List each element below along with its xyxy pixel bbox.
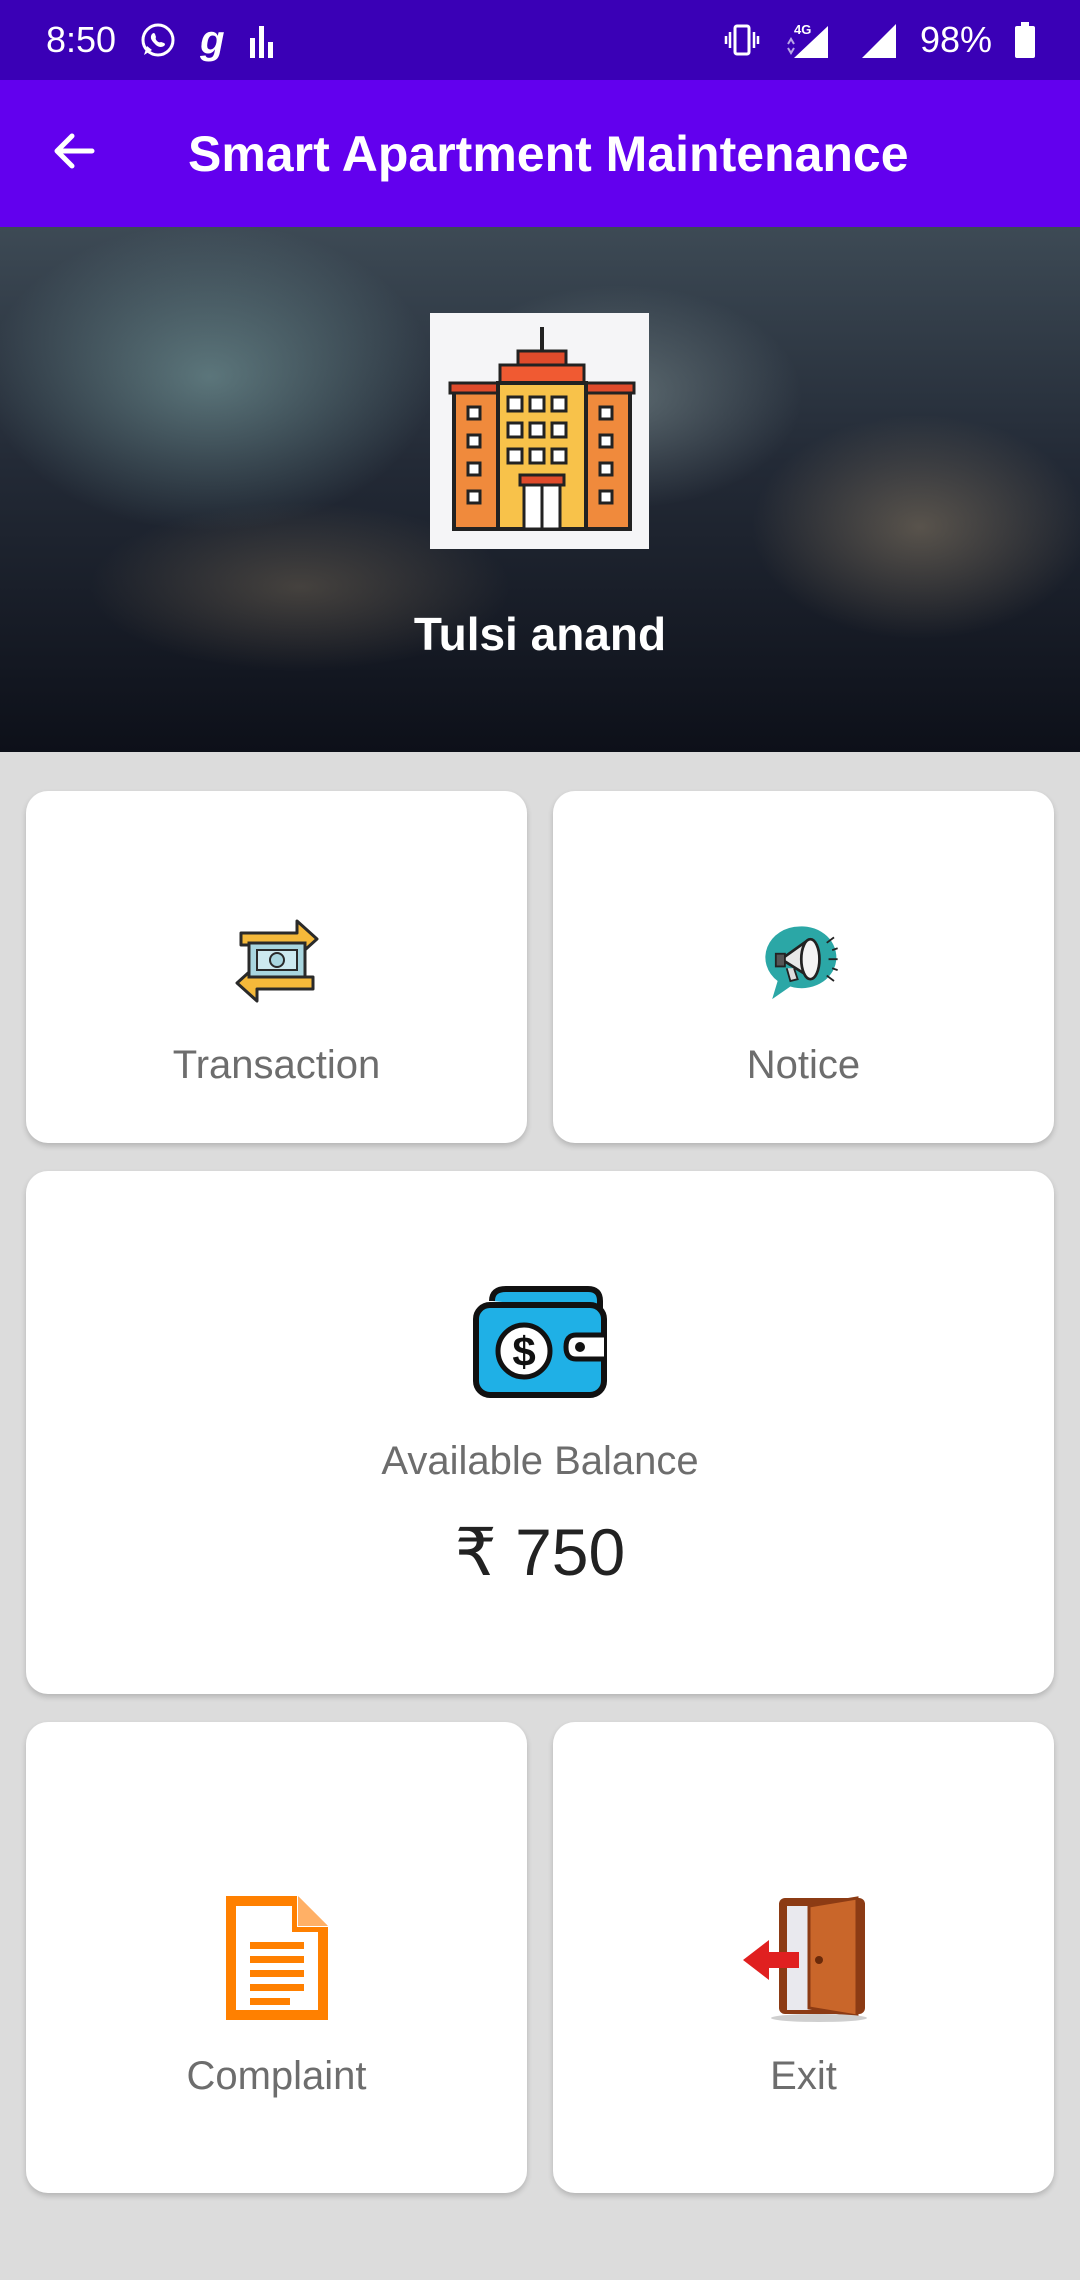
user-name: Tulsi anand xyxy=(413,608,667,660)
megaphone-icon xyxy=(754,911,854,1011)
status-time: 8:50 xyxy=(46,19,117,60)
exit-door-icon xyxy=(739,1892,869,2024)
arrow-left-icon xyxy=(50,127,98,180)
profile-header: Tulsi anand xyxy=(0,227,1080,752)
transaction-card[interactable]: Transaction xyxy=(26,791,527,1143)
g-icon: g xyxy=(200,17,225,62)
complaint-label: Complaint xyxy=(186,2054,367,2098)
vibrate-icon xyxy=(722,20,762,60)
back-button[interactable] xyxy=(0,80,148,227)
balance-amount: ₹ 750 xyxy=(454,1515,626,1589)
whatsapp-icon xyxy=(138,20,178,60)
notice-card[interactable]: Notice xyxy=(553,791,1054,1143)
notice-label: Notice xyxy=(746,1043,861,1087)
document-icon xyxy=(222,1892,332,2024)
svg-text:4G: 4G xyxy=(794,22,811,37)
building-icon xyxy=(430,313,649,549)
status-right: 4G 98% xyxy=(722,18,1036,62)
wallet-icon: $ xyxy=(472,1281,608,1401)
balance-card[interactable]: $ Available Balance ₹ 750 xyxy=(26,1171,1054,1694)
battery-icon xyxy=(1014,20,1036,60)
signal-bars-icon xyxy=(247,20,277,60)
mobile-signal-icon: 4G xyxy=(784,18,836,62)
exit-label: Exit xyxy=(770,2054,837,2098)
svg-text:$: $ xyxy=(512,1328,535,1375)
transaction-label: Transaction xyxy=(172,1043,381,1087)
status-bar: 8:50 g 4G 98% xyxy=(0,0,1080,80)
exit-card[interactable]: Exit xyxy=(553,1722,1054,2193)
money-transfer-icon xyxy=(227,911,327,1011)
app-bar: Smart Apartment Maintenance xyxy=(0,80,1080,227)
battery-percent: 98% xyxy=(919,19,992,60)
complaint-card[interactable]: Complaint xyxy=(26,1722,527,2193)
page-title: Smart Apartment Maintenance xyxy=(188,125,909,182)
wifi-signal-icon xyxy=(858,20,898,60)
status-left: 8:50 g xyxy=(46,18,277,63)
balance-label: Available Balance xyxy=(381,1439,699,1483)
